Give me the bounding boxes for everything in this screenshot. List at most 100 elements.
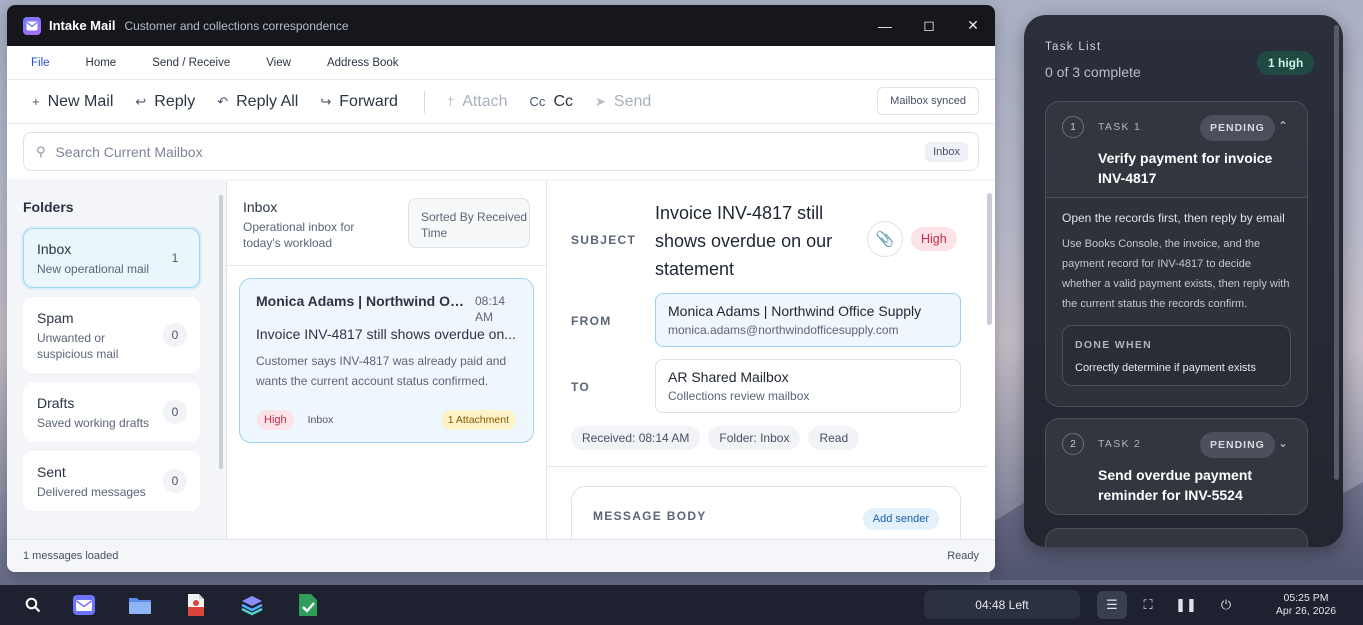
power-icon[interactable]: ⏻ xyxy=(1211,591,1241,619)
search-input[interactable] xyxy=(55,143,926,160)
task-label: TASK 1 xyxy=(1098,121,1142,133)
send-button[interactable]: ➤ Send xyxy=(595,93,651,111)
task-card-1[interactable]: 1 TASK 1 PENDING ⌃ Verify payment for in… xyxy=(1045,101,1308,407)
add-sender-button[interactable]: Add sender xyxy=(862,508,939,530)
to-label: TO xyxy=(571,380,591,394)
folder-tag: Inbox xyxy=(307,414,334,426)
task-number: 2 xyxy=(1062,433,1084,455)
folder-inbox[interactable]: Inbox New operational mail 1 xyxy=(23,228,200,288)
clock-date: Apr 26, 2026 xyxy=(1275,605,1337,617)
sender-email: monica.adams@northwindofficesupply.com xyxy=(668,323,899,337)
system-clock: 05:25 PM Apr 26, 2026 xyxy=(1266,592,1346,618)
plus-icon: + xyxy=(32,94,40,109)
priority-badge: High xyxy=(911,227,957,251)
folder-sent[interactable]: Sent Delivered messages 0 xyxy=(23,451,200,511)
status-badge: PENDING xyxy=(1200,432,1275,458)
recipient-name: AR Shared Mailbox xyxy=(668,369,789,385)
read-chip: Read xyxy=(808,426,860,450)
priority-badge: High xyxy=(257,410,294,430)
toolbar-divider xyxy=(423,90,425,113)
forward-icon: ↪ xyxy=(320,93,332,109)
reading-pane: SUBJECT Invoice INV-4817 still shows ove… xyxy=(547,181,995,539)
task-card-3[interactable] xyxy=(1045,528,1308,547)
sync-status: Mailbox synced xyxy=(877,87,979,115)
sender-card[interactable]: Monica Adams | Northwind Office Supply m… xyxy=(655,293,961,347)
message-time: 08:14 AM xyxy=(475,294,506,324)
send-icon: ➤ xyxy=(595,93,606,109)
forward-button[interactable]: ↪ Forward xyxy=(320,93,398,111)
high-count-badge: 1 high xyxy=(1257,51,1315,75)
status-left: 1 messages loaded xyxy=(23,550,119,562)
search-icon[interactable] xyxy=(19,591,47,619)
message-item[interactable]: Monica Adams | Northwind Of... 08:14 AM … xyxy=(239,278,534,443)
clock-time: 05:25 PM xyxy=(1283,592,1329,604)
search-bar: ⚲ Inbox xyxy=(23,132,979,171)
toolbar: + New Mail ↩ Reply ↶ Reply All ↪ Forward † At… xyxy=(7,80,995,124)
recipient-desc: Collections review mailbox xyxy=(668,389,810,403)
mail-app-icon[interactable] xyxy=(70,591,98,619)
folder-count: 0 xyxy=(163,400,187,424)
task-number: 1 xyxy=(1062,116,1084,138)
menu-icon[interactable]: ☰ xyxy=(1097,591,1127,619)
menu-address-book[interactable]: Address Book xyxy=(327,57,399,69)
subject-label: SUBJECT xyxy=(571,233,637,247)
spreadsheet-app-icon[interactable] xyxy=(294,591,322,619)
done-when-label: DONE WHEN xyxy=(1075,339,1153,351)
cc-icon: Cc xyxy=(529,94,546,109)
list-header: Inbox Operational inbox for today's work… xyxy=(227,181,546,266)
folder-spam[interactable]: Spam Unwanted or suspicious mail 0 xyxy=(23,297,200,373)
done-when-box: DONE WHEN Correctly determine if payment… xyxy=(1062,325,1291,386)
search-scope[interactable]: Inbox xyxy=(925,141,968,162)
reader-scrollbar[interactable] xyxy=(987,193,992,325)
close-icon[interactable]: ✕ xyxy=(951,5,995,46)
folder-count: 1 xyxy=(171,251,179,265)
reply-all-icon: ↶ xyxy=(217,93,229,109)
menu-send-receive[interactable]: Send / Receive xyxy=(152,57,230,69)
chevron-up-icon[interactable]: ⌃ xyxy=(1278,119,1288,133)
task-heading: Task List xyxy=(1045,41,1102,53)
status-badge: PENDING xyxy=(1200,115,1275,141)
document-app-icon[interactable] xyxy=(182,591,210,619)
chevron-down-icon[interactable]: ⌄ xyxy=(1278,436,1288,450)
received-chip: Received: 08:14 AM xyxy=(571,426,701,450)
message-body: MESSAGE BODY Add sender xyxy=(571,486,961,539)
folder-chip: Folder: Inbox xyxy=(708,426,801,450)
attach-button[interactable]: † Attach xyxy=(447,93,508,111)
pause-icon[interactable]: ❚❚ xyxy=(1171,591,1201,619)
attachment-icon[interactable]: 📎 xyxy=(867,221,903,257)
menu-home[interactable]: Home xyxy=(86,57,117,69)
task-scrollbar[interactable] xyxy=(1334,25,1339,480)
message-preview: Customer says INV-4817 was already paid … xyxy=(256,354,507,388)
reply-icon: ↩ xyxy=(135,93,147,109)
minimize-icon[interactable]: — xyxy=(863,5,907,46)
taskbar: 04:48 Left ☰ ⛶ ❚❚ ⏻ 05:25 PM Apr 26, 202… xyxy=(0,585,1363,625)
maximize-icon[interactable]: ◻ xyxy=(907,5,951,46)
message-subject: Invoice INV-4817 still shows overdue on.… xyxy=(256,326,516,342)
reply-all-button[interactable]: ↶ Reply All xyxy=(217,93,298,111)
new-mail-button[interactable]: + New Mail xyxy=(32,93,113,111)
task-detail: Use Books Console, the invoice, and the … xyxy=(1062,238,1290,310)
search-icon: ⚲ xyxy=(36,143,46,159)
sender-name: Monica Adams | Northwind Office Supply xyxy=(668,303,922,319)
cc-button[interactable]: Cc Cc xyxy=(530,93,573,111)
folder-scrollbar[interactable] xyxy=(219,195,223,469)
done-when-value: Correctly determine if payment exists xyxy=(1075,362,1256,374)
stack-app-icon[interactable] xyxy=(238,591,266,619)
sort-button[interactable]: Sorted By Received Time xyxy=(408,198,530,248)
folder-drafts[interactable]: Drafts Saved working drafts 0 xyxy=(23,382,200,442)
menu-bar: File Home Send / Receive View Address Bo… xyxy=(7,46,995,80)
menu-view[interactable]: View xyxy=(266,57,291,69)
menu-file[interactable]: File xyxy=(31,57,50,69)
window-subtitle: Customer and collections correspondence xyxy=(124,18,349,33)
task-label: TASK 2 xyxy=(1098,438,1142,450)
paperclip-icon: † xyxy=(446,94,455,109)
task-card-2[interactable]: 2 TASK 2 PENDING ⌄ Send overdue payment … xyxy=(1045,418,1308,515)
fullscreen-icon[interactable]: ⛶ xyxy=(1133,591,1163,619)
recipient-card[interactable]: AR Shared Mailbox Collections review mai… xyxy=(655,359,961,413)
folder-app-icon[interactable] xyxy=(126,591,154,619)
folder-count: 0 xyxy=(163,323,187,347)
reply-button[interactable]: ↩ Reply xyxy=(135,93,195,111)
mail-app-icon xyxy=(23,16,41,35)
mail-window: Intake Mail Customer and collections cor… xyxy=(7,5,995,572)
folder-pane: Folders Inbox New operational mail 1 Spa… xyxy=(7,181,227,539)
